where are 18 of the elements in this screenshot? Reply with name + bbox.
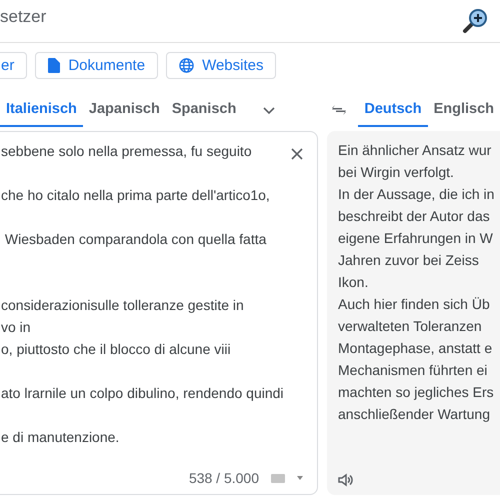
globe-icon [179, 58, 194, 73]
language-tab[interactable]: Italienisch [0, 93, 83, 127]
caret-icon[interactable] [297, 476, 303, 480]
app-title: setzer [0, 7, 46, 27]
character-count: 538 / 5.000 [188, 470, 259, 486]
source-text-field[interactable]: sebbene solo nella premessa, fu seguito che ho citalo nella prima parte dell'artico1o, Wiesbaden comparandola con quella fatta considerazionisulle tolleranze gestite in vo in o, piuttosto che il blocco di alcune viii ato lrarnile un colpo dibulino, rendendo quindi e di manutenzione. [0, 132, 291, 448]
close-icon[interactable] [291, 148, 303, 160]
mode-button[interactable]: Websites [166, 52, 276, 79]
document-icon [48, 58, 60, 73]
language-tab[interactable]: Englisch [428, 93, 500, 127]
speaker-icon[interactable] [338, 473, 354, 487]
language-tab[interactable]: Japanisch [82, 93, 166, 127]
translation-text: Ein ähnlicher Ansatz wur bei Wirgin verfolgt. In der Aussage, die ich in beschreibt der Autor das eigene Erfahrungen in W Jahren zuvor bei Zeiss Ikon. Auch hier finden sich Üb verwalteten Toleranzen Montagephase, anstatt e Mechanismen führten ei machten so jegliches Ers anschließender Wartung [338, 141, 496, 424]
zoom-in-icon[interactable] [462, 8, 488, 34]
language-tab[interactable]: Spanisch [166, 93, 242, 127]
mode-button[interactable]: Dokumente [35, 52, 158, 79]
mode-button[interactable]: er [0, 52, 28, 79]
language-tab[interactable]: Deutsch [358, 93, 428, 127]
